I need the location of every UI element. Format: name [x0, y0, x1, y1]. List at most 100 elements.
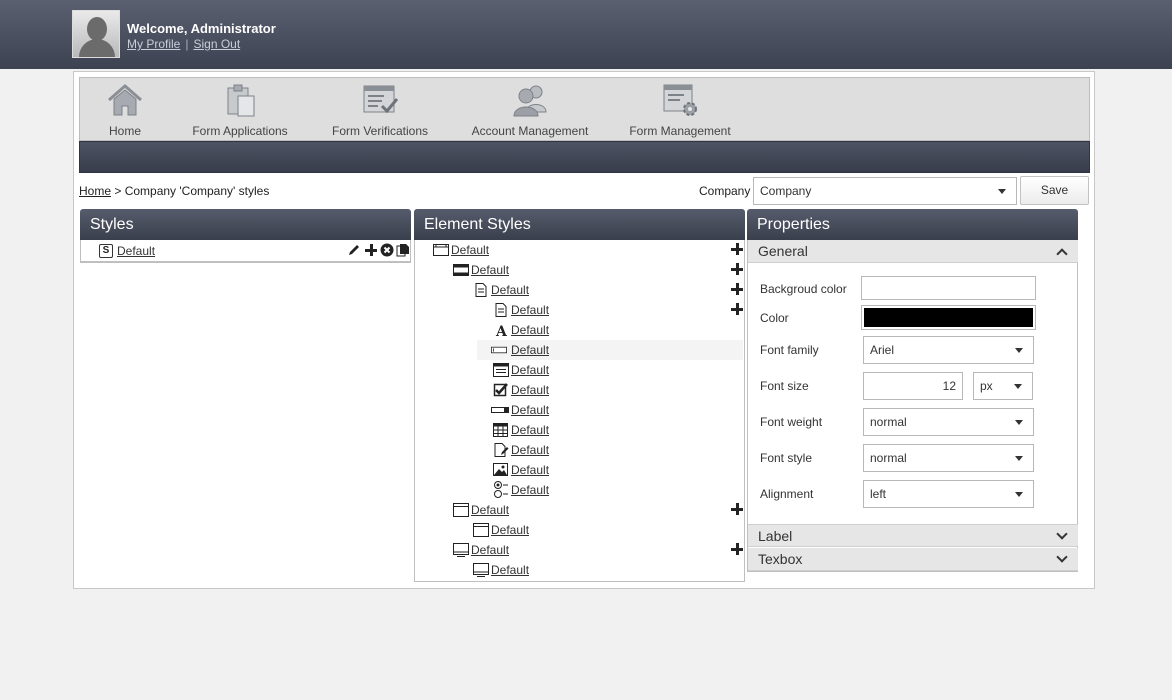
add-icon[interactable]	[731, 303, 743, 315]
font-weight-select[interactable]: normal	[863, 408, 1034, 436]
alignment-label: Alignment	[760, 487, 814, 501]
add-icon[interactable]	[731, 243, 743, 255]
nav-item-account-management[interactable]: Account Management	[470, 78, 590, 140]
tree-row-link[interactable]: Default	[511, 463, 549, 477]
grid-icon	[493, 423, 508, 437]
nav-item-home[interactable]: Home	[100, 78, 150, 140]
tree-row[interactable]: Default	[493, 380, 743, 400]
tree-row[interactable]: Default	[493, 300, 743, 320]
tree-row[interactable]: Default	[493, 420, 743, 440]
tree-row-link[interactable]: Default	[471, 263, 509, 277]
font-family-select[interactable]: Ariel	[863, 336, 1034, 364]
tree-row-link[interactable]: Default	[491, 563, 529, 577]
breadcrumb-home-link[interactable]: Home	[79, 184, 111, 198]
tree-row-link[interactable]: Default	[511, 303, 549, 317]
add-icon[interactable]	[365, 244, 377, 256]
chevron-down-icon	[1015, 456, 1023, 461]
tree-row-link[interactable]: Default	[491, 283, 529, 297]
tree-row-link[interactable]: Default	[451, 243, 489, 257]
add-icon[interactable]	[731, 503, 743, 515]
tree-row[interactable]: Default	[473, 560, 743, 580]
font-style-select[interactable]: normal	[863, 444, 1034, 472]
styles-panel-title: Styles	[80, 209, 411, 240]
tree-row-link[interactable]: Default	[511, 423, 549, 437]
tree-row[interactable]: Default	[453, 500, 743, 520]
alignment-select[interactable]: left	[863, 480, 1034, 508]
tree-row[interactable]: A Default	[493, 320, 743, 340]
tree-row[interactable]: Default	[493, 440, 743, 460]
add-icon[interactable]	[731, 263, 743, 275]
style-s-icon: S	[99, 244, 113, 258]
tree-row[interactable]: Default	[493, 480, 743, 500]
page-icon	[475, 283, 487, 297]
slider-icon	[491, 407, 509, 413]
element-styles-tree: Default Default Default Default A Defaul…	[414, 240, 745, 582]
tree-row-link[interactable]: Default	[511, 383, 549, 397]
tree-row[interactable]: Default	[491, 400, 743, 420]
tree-row-link[interactable]: Default	[491, 523, 529, 537]
user-links: My Profile | Sign Out	[127, 37, 240, 51]
font-size-input[interactable]: 12	[863, 372, 963, 400]
section-title: Texbox	[758, 551, 803, 567]
element-styles-title: Element Styles	[414, 209, 745, 240]
font-style-label: Font style	[760, 451, 813, 465]
tree-row[interactable]: Default	[477, 340, 743, 360]
my-profile-link[interactable]: My Profile	[127, 37, 180, 51]
tree-row-link[interactable]: Default	[511, 323, 549, 337]
font-size-unit-select[interactable]: px	[973, 372, 1033, 400]
alignment-value: left	[870, 487, 887, 501]
form-icon	[493, 363, 509, 377]
tree-row[interactable]: Default	[433, 240, 743, 260]
add-icon[interactable]	[731, 543, 743, 555]
nav-item-form-management[interactable]: Form Management	[628, 78, 732, 140]
tree-row-link[interactable]: Default	[511, 483, 549, 497]
panel-icon	[453, 503, 469, 517]
color-label: Color	[760, 311, 789, 325]
section-general[interactable]: General	[748, 240, 1078, 263]
tree-row-link[interactable]: Default	[471, 543, 509, 557]
style-item-default[interactable]: S Default	[81, 240, 410, 262]
tree-row-link[interactable]: Default	[471, 503, 509, 517]
save-button[interactable]: Save	[1020, 176, 1089, 205]
section-textbox[interactable]: Texbox	[748, 548, 1078, 571]
company-label: Company	[699, 184, 751, 198]
tree-row[interactable]: Default	[493, 460, 743, 480]
background-color-label: Backgroud color	[760, 282, 847, 296]
nav-item-form-verifications[interactable]: Form Verifications	[330, 78, 430, 140]
copy-icon[interactable]	[396, 243, 410, 257]
chevron-down-icon	[1015, 492, 1023, 497]
sign-out-link[interactable]: Sign Out	[193, 37, 240, 51]
delete-icon[interactable]	[380, 243, 394, 257]
color-swatch	[864, 308, 1033, 327]
tree-row-link[interactable]: Default	[511, 363, 549, 377]
section-label[interactable]: Label	[748, 524, 1078, 547]
section-title: General	[758, 243, 808, 259]
welcome-text: Welcome, Administrator	[127, 21, 276, 36]
tree-row[interactable]: Default	[473, 280, 743, 300]
tree-row-link[interactable]: Default	[511, 403, 549, 417]
properties-title: Properties	[747, 209, 1078, 240]
chevron-down-icon	[998, 189, 1006, 194]
main-nav: Home Form Applications Form Verification…	[79, 77, 1090, 141]
monitor-icon	[473, 563, 489, 577]
add-icon[interactable]	[731, 283, 743, 295]
top-header: Welcome, Administrator My Profile | Sign O…	[0, 0, 1172, 69]
style-item-link[interactable]: Default	[117, 244, 155, 258]
nav-item-form-applications[interactable]: Form Applications	[190, 78, 290, 140]
tree-row[interactable]: Default	[453, 540, 743, 560]
chevron-down-icon	[1015, 420, 1023, 425]
chevron-down-icon	[1056, 551, 1068, 563]
company-select[interactable]: Company	[753, 177, 1017, 205]
sub-nav-bar	[79, 141, 1090, 173]
background-color-field[interactable]	[861, 276, 1036, 300]
tree-row[interactable]: Default	[473, 520, 743, 540]
font-size-label: Font size	[760, 379, 809, 393]
film-icon	[453, 264, 469, 276]
color-field[interactable]	[861, 305, 1036, 330]
edit-icon[interactable]	[347, 243, 361, 257]
properties-panel: General Backgroud color Color Font famil…	[747, 240, 1078, 572]
tree-row[interactable]: Default	[493, 360, 743, 380]
tree-row[interactable]: Default	[453, 260, 743, 280]
tree-row-link[interactable]: Default	[511, 343, 549, 357]
tree-row-link[interactable]: Default	[511, 443, 549, 457]
